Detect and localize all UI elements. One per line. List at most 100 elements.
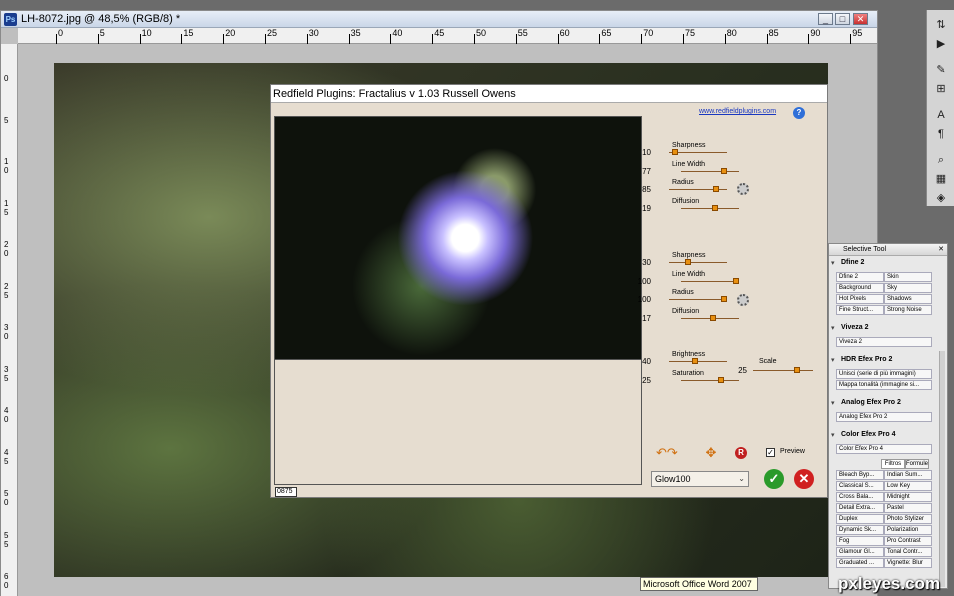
tab-formule[interactable]: Formule <box>905 459 929 469</box>
character-icon[interactable]: A <box>934 108 948 122</box>
slider-thumb[interactable] <box>713 186 720 192</box>
chevron-down-icon: ⌄ <box>738 474 745 483</box>
selective-tool-title-bar[interactable]: Selective Tool ✕ <box>829 244 947 256</box>
gear-icon[interactable] <box>737 183 749 195</box>
panel-button[interactable]: Viveza 2 <box>836 337 932 347</box>
filter-button[interactable]: Detail Extra... <box>836 503 884 513</box>
preview-checkbox[interactable]: ✓ <box>766 448 775 457</box>
move-icon[interactable]: ✥ <box>704 446 718 460</box>
section-header[interactable]: Viveza 2 <box>841 324 869 331</box>
panel-button[interactable]: Dfine 2 <box>836 272 884 282</box>
slider-label: Line Width <box>672 270 706 278</box>
slider-thumb[interactable] <box>692 358 699 364</box>
gear-icon[interactable] <box>737 294 749 306</box>
slider-thumb[interactable] <box>721 296 727 302</box>
close-icon[interactable]: ✕ <box>938 244 944 256</box>
collapse-icon[interactable]: ▾ <box>831 259 835 267</box>
cancel-button[interactable]: ✕ <box>794 469 814 489</box>
ruler-tick <box>850 34 852 44</box>
minimize-button[interactable]: _ <box>818 13 833 25</box>
slider-label: Radius <box>672 289 694 296</box>
slider-value: 25 <box>738 366 747 375</box>
ruler-label: 90 <box>810 28 821 38</box>
filter-button[interactable]: Indian Sum... <box>884 470 932 480</box>
collapse-icon[interactable]: ▾ <box>831 324 835 332</box>
slider-thumb[interactable] <box>712 204 719 211</box>
paragraph-icon[interactable]: ¶ <box>934 127 948 141</box>
layer-comps-icon[interactable]: ▦ <box>934 172 948 186</box>
slider-thumb[interactable] <box>671 149 678 155</box>
close-button[interactable]: ✕ <box>853 13 868 25</box>
ruler-tick <box>139 34 141 44</box>
slider-value: 19 <box>642 203 651 213</box>
ruler-label: 95 <box>852 28 863 38</box>
slider-thumb[interactable] <box>793 367 800 373</box>
section-header[interactable]: Dfine 2 <box>841 259 864 266</box>
filter-button[interactable]: Polarization <box>884 525 932 535</box>
filter-button[interactable]: Classical S... <box>836 481 884 491</box>
section-header[interactable]: Analog Efex Pro 2 <box>841 399 901 406</box>
vertical-ruler: 0 5 10 15 20 25 30 35 40 45 50 55 60 <box>1 44 18 596</box>
layers-icon[interactable]: ◈ <box>934 191 948 205</box>
ok-button[interactable]: ✓ <box>764 469 784 489</box>
filter-button[interactable]: Low Key <box>884 481 932 491</box>
filter-button[interactable]: Pastel <box>884 503 932 513</box>
reset-icon[interactable]: R <box>735 447 747 459</box>
slider-thumb[interactable] <box>721 167 728 174</box>
filter-button[interactable]: Vignette: Blur <box>884 558 932 568</box>
preset-select[interactable]: Glow100 ⌄ <box>651 471 749 487</box>
section-header[interactable]: HDR Efex Pro 2 <box>841 356 892 363</box>
filter-button[interactable]: Glamour Gl... <box>836 547 884 557</box>
slider-value: 100 <box>637 276 651 286</box>
ruler-tick <box>56 34 57 44</box>
ruler-label: 0 <box>4 74 9 83</box>
history-icon[interactable]: ⇅ <box>934 18 948 32</box>
ruler-tick <box>474 34 475 44</box>
section-header[interactable]: Color Efex Pro 4 <box>841 431 895 438</box>
panel-button[interactable]: Shadows <box>884 294 932 304</box>
ruler-tick <box>265 34 266 44</box>
slider-thumb[interactable] <box>684 259 691 265</box>
panel-button[interactable]: Mappa tonalità (immagine si... <box>836 380 932 390</box>
ruler-tick <box>306 34 308 44</box>
actions-icon[interactable]: ▶ <box>934 37 948 51</box>
restore-button[interactable]: □ <box>835 13 850 25</box>
scrollbar[interactable] <box>939 351 945 587</box>
panel-button[interactable]: Skin <box>884 272 932 282</box>
filter-button[interactable]: Pro Contrast <box>884 536 932 546</box>
slider-track <box>681 280 739 282</box>
filter-button[interactable]: Photo Stylizer <box>884 514 932 524</box>
filter-button[interactable]: Duplex <box>836 514 884 524</box>
panel-button[interactable]: Hot Pixels <box>836 294 884 304</box>
brush-icon[interactable]: ✎ <box>934 63 948 77</box>
tab-filtros[interactable]: Filtros <box>881 459 905 469</box>
panel-button[interactable]: Fine Struct... <box>836 305 884 315</box>
panel-button[interactable]: Strong Noise <box>884 305 932 315</box>
filter-button[interactable]: Graduated ... <box>836 558 884 568</box>
filter-button[interactable]: Tonal Contr... <box>884 547 932 557</box>
slider-track <box>753 370 813 371</box>
panel-button[interactable]: Unisci (serie di più immagini) <box>836 369 932 379</box>
collapse-icon[interactable]: ▾ <box>831 356 835 364</box>
ruler-label: 55 <box>4 530 9 549</box>
filter-button[interactable]: Midnight <box>884 492 932 502</box>
slider-thumb[interactable] <box>733 277 739 284</box>
collapse-icon[interactable]: ▾ <box>831 399 835 407</box>
panel-button[interactable]: Color Efex Pro 4 <box>836 444 932 454</box>
rotate-icon[interactable]: ↶↷ <box>656 446 686 459</box>
filter-button[interactable]: Bleach Byp... <box>836 470 884 480</box>
ruler-tick <box>766 34 768 44</box>
panel-button[interactable]: Background <box>836 283 884 293</box>
filter-button[interactable]: Cross Bala... <box>836 492 884 502</box>
clone-icon[interactable]: ⊞ <box>934 82 948 96</box>
slider-thumb[interactable] <box>709 314 716 321</box>
collapse-icon[interactable]: ▾ <box>831 431 835 439</box>
document-title-bar[interactable]: Ps LH-8072.jpg @ 48,5% (RGB/8) * _ □ ✕ <box>1 11 877 28</box>
tool-presets-icon[interactable]: ⌕ <box>934 153 948 167</box>
panel-button[interactable]: Sky <box>884 283 932 293</box>
filter-button[interactable]: Fog <box>836 536 884 546</box>
panel-button[interactable]: Analog Efex Pro 2 <box>836 412 932 422</box>
slider-track <box>669 152 727 153</box>
filter-button[interactable]: Dynamic Sk... <box>836 525 884 535</box>
slider-thumb[interactable] <box>718 376 725 383</box>
